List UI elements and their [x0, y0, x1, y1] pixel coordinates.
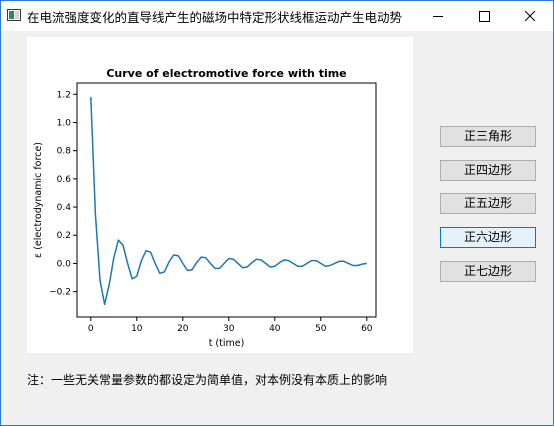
y-tick-label: 1.0: [57, 118, 72, 128]
maximize-icon[interactable]: [461, 1, 507, 31]
x-tick-label: 40: [269, 324, 281, 334]
plot-frame: [76, 82, 377, 318]
hexagon-button[interactable]: 正六边形: [440, 227, 536, 248]
y-tick-label: −0.2: [49, 288, 71, 298]
note-text: 注：一些无关常量参数的都设定为简单值，对本例没有本质上的影响: [27, 373, 388, 387]
y-tick-label: 0.2: [57, 231, 71, 241]
emf-chart: Curve of electromotive force with time 0 1…: [33, 67, 377, 349]
square-button[interactable]: 正四边形: [440, 160, 536, 181]
title-bar: 在电流强度变化的直导线产生的磁场中特定形状线框运动产生电动势: [1, 1, 553, 31]
x-axis-label: t (time): [209, 338, 245, 349]
pentagon-button[interactable]: 正五边形: [440, 193, 536, 214]
triangle-button[interactable]: 正三角形: [440, 126, 536, 147]
y-tick-label: 0.8: [57, 147, 72, 157]
x-tick-label: 30: [223, 324, 235, 334]
window-title: 在电流强度变化的直导线产生的磁场中特定形状线框运动产生电动势: [27, 10, 403, 25]
y-tick-label: 0.4: [57, 203, 72, 213]
y-axis-label: ε (electrodynamic force): [33, 142, 44, 258]
chart-title: Curve of electromotive force with time: [106, 67, 346, 80]
minimize-icon[interactable]: [415, 1, 461, 31]
x-tick-label: 50: [315, 324, 327, 334]
y-tick-label: 1.2: [57, 90, 71, 100]
x-tick-label: 0: [88, 324, 94, 334]
x-tick-label: 60: [361, 324, 373, 334]
close-icon[interactable]: [507, 1, 553, 31]
app-icon: [7, 9, 21, 21]
app-window: 在电流强度变化的直导线产生的磁场中特定形状线框运动产生电动势 Curve of …: [0, 0, 554, 426]
chart-canvas: Curve of electromotive force with time 0 1…: [27, 37, 413, 353]
x-tick-label: 20: [177, 324, 189, 334]
y-tick-label: 0.6: [57, 175, 72, 185]
y-tick-label: 0.0: [57, 259, 72, 269]
heptagon-button[interactable]: 正七边形: [440, 261, 536, 282]
emf-series-line: [90, 97, 367, 306]
x-tick-label: 10: [131, 324, 143, 334]
